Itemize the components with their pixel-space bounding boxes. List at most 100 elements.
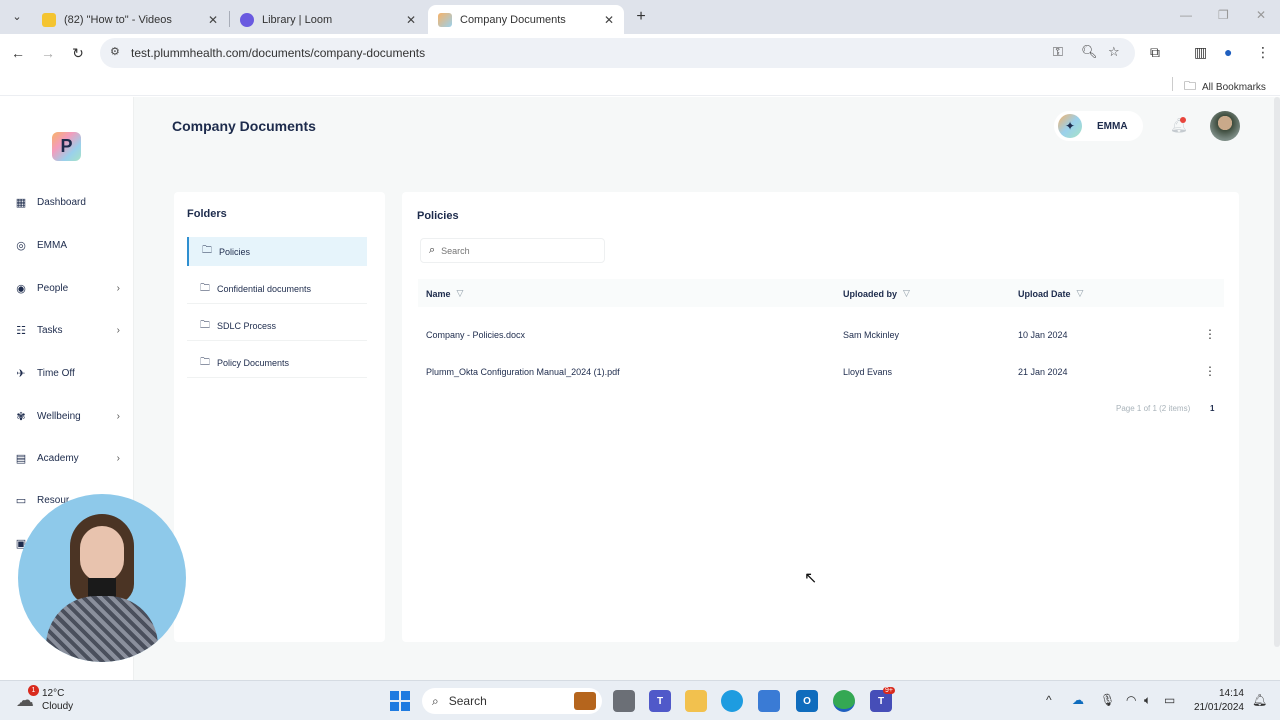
browser-tab-bar: ⌄ (82) "How to" - Videos ✕ Library | Loo… <box>0 0 1280 34</box>
pagination-info: Page 1 of 1 (2 items) <box>1116 404 1191 413</box>
pagination-page-1[interactable]: 1 <box>1210 404 1214 413</box>
volume-icon[interactable]: 🔈︎ <box>1144 693 1151 708</box>
close-tab-icon[interactable]: ✕ <box>208 13 218 27</box>
notifications-icon[interactable]: 🔔︎ <box>1252 693 1267 707</box>
file-explorer-icon[interactable] <box>685 690 707 712</box>
sidebar-item-academy[interactable]: ▤ Academy › <box>14 449 124 467</box>
restore-icon[interactable]: ❐ <box>1218 8 1229 22</box>
tab-videos[interactable]: (82) "How to" - Videos ✕ <box>32 5 228 34</box>
windows-start-icon[interactable] <box>390 691 410 711</box>
task-view-icon[interactable] <box>613 690 635 712</box>
page-scrollbar[interactable] <box>1274 97 1280 647</box>
folder-label: Policies <box>219 246 251 257</box>
chrome-icon[interactable] <box>833 690 855 712</box>
table-row[interactable]: Company - Policies.docx Sam Mckinley 10 … <box>418 317 1224 354</box>
table-row[interactable]: Plumm_Okta Configuration Manual_2024 (1)… <box>418 354 1224 391</box>
tab-label: Library | Loom <box>262 13 333 26</box>
sidebar-item-label: Academy <box>37 452 79 464</box>
folder-item-sdlc[interactable]: 🗀 SDLC Process <box>187 312 367 341</box>
teams-icon[interactable]: T <box>649 690 671 712</box>
folders-heading: Folders <box>187 208 227 220</box>
wifi-icon[interactable]: ◠ <box>1126 693 1136 707</box>
menu-kebab-icon[interactable]: ⋮ <box>1256 44 1270 61</box>
sidebar-item-tasks[interactable]: ☷ Tasks › <box>14 321 124 339</box>
search-input[interactable] <box>441 245 582 256</box>
document-name[interactable]: Company - Policies.docx <box>426 330 525 340</box>
document-name[interactable]: Plumm_Okta Configuration Manual_2024 (1)… <box>426 367 620 377</box>
url-text[interactable]: test.plummhealth.com/documents/company-d… <box>131 46 425 60</box>
site-info-icon[interactable]: ⚙ <box>110 45 120 58</box>
document-date: 21 Jan 2024 <box>1018 367 1068 377</box>
sidebar-item-label: EMMA <box>37 239 67 251</box>
emma-assistant-button[interactable]: ✦ EMMA <box>1054 111 1143 141</box>
sidebar-item-label: Wellbeing <box>37 410 81 422</box>
search-box[interactable]: ⌕ <box>420 238 605 263</box>
sidebar-item-label: Dashboard <box>37 196 86 208</box>
store-icon[interactable] <box>758 690 780 712</box>
tab-company-documents[interactable]: Company Documents ✕ <box>428 5 624 34</box>
sidebar-item-wellbeing[interactable]: ✾ Wellbeing › <box>14 407 124 425</box>
wellbeing-icon: ✾ <box>16 410 26 423</box>
battery-icon[interactable]: ▭ <box>1164 693 1175 707</box>
close-window-icon[interactable]: ✕ <box>1256 8 1266 22</box>
tray-overflow-icon[interactable]: ^ <box>1046 693 1052 707</box>
filter-icon[interactable]: ▽ <box>903 288 910 299</box>
minimize-icon[interactable]: — <box>1180 8 1192 22</box>
back-icon[interactable]: ← <box>8 43 28 63</box>
row-actions-kebab-icon[interactable]: ⋮ <box>1204 327 1216 341</box>
side-panel-icon[interactable]: ▥ <box>1194 44 1207 61</box>
close-tab-icon[interactable]: ✕ <box>406 13 416 27</box>
bookmarks-bar: 🗀 All Bookmarks <box>0 72 1280 96</box>
weather-badge: 1 <box>28 685 39 696</box>
browser-toolbar: ← → ↻ ⚙ test.plummhealth.com/documents/c… <box>0 34 1280 72</box>
bookmarks-divider <box>1172 77 1173 91</box>
column-name[interactable]: Name ▽ <box>426 288 463 299</box>
page-title: Company Documents <box>172 118 316 134</box>
sidebar-item-people[interactable]: ◉ People › <box>14 279 124 297</box>
user-avatar[interactable] <box>1210 111 1240 141</box>
bookmark-star-icon[interactable]: ☆ <box>1108 44 1120 60</box>
filter-icon[interactable]: ▽ <box>457 288 464 299</box>
forward-icon[interactable]: → <box>38 43 58 63</box>
new-tab-icon[interactable]: + <box>631 8 651 26</box>
microphone-icon[interactable]: 🎙︎ <box>1100 693 1115 707</box>
row-actions-kebab-icon[interactable]: ⋮ <box>1204 364 1216 378</box>
outlook-icon[interactable]: O <box>796 690 818 712</box>
webcam-bubble <box>18 494 186 662</box>
taskbar-search-label: Search <box>448 694 487 708</box>
tab-label: Company Documents <box>460 13 566 26</box>
profile-icon[interactable]: ● <box>1224 44 1232 60</box>
edge-icon[interactable] <box>721 690 743 712</box>
close-tab-icon[interactable]: ✕ <box>604 13 614 27</box>
sidebar-item-emma[interactable]: ◎ EMMA <box>14 236 124 254</box>
clock-date: 21/01/2024 <box>1193 702 1244 713</box>
tab-search-chevron-icon[interactable]: ⌄ <box>6 7 28 27</box>
folder-item-policies[interactable]: 🗀 Policies <box>187 237 367 266</box>
sidebar-item-label: Time Off <box>37 367 75 379</box>
folder-icon: 🗀 <box>1184 79 1197 93</box>
folder-item-confidential[interactable]: 🗀 Confidential documents <box>187 275 367 304</box>
onedrive-icon[interactable]: ☁ <box>1072 693 1084 707</box>
taskbar-search[interactable]: ⌕ Search <box>422 688 602 714</box>
notification-dot <box>1180 117 1186 123</box>
password-key-icon[interactable]: ⚿ <box>1053 44 1063 60</box>
system-clock[interactable]: 14:14 21/01/2024 <box>1192 687 1244 715</box>
chevron-right-icon: › <box>116 410 120 422</box>
folder-label: SDLC Process <box>217 321 277 331</box>
sidebar-item-dashboard[interactable]: ▦ Dashboard <box>14 193 124 211</box>
weather-widget[interactable]: ☁ 1 12°C Cloudy <box>16 685 73 713</box>
chevron-right-icon: › <box>116 452 120 464</box>
tab-loom[interactable]: Library | Loom ✕ <box>230 5 426 34</box>
documents-panel: Policies ⌕ Name ▽ Uploaded by ▽ Upload D… <box>402 192 1239 642</box>
all-bookmarks-button[interactable]: 🗀 All Bookmarks <box>1184 77 1266 98</box>
address-bar[interactable]: ⚙ test.plummhealth.com/documents/company… <box>100 38 1135 68</box>
filter-icon[interactable]: ▽ <box>1077 288 1084 299</box>
extensions-icon[interactable]: ⧉ <box>1150 44 1160 61</box>
folder-item-policy-documents[interactable]: 🗀 Policy Documents <box>187 349 367 378</box>
sidebar-item-time-off[interactable]: ✈ Time Off <box>14 364 124 382</box>
zoom-icon[interactable]: 🔍︎ <box>1081 44 1098 60</box>
plumm-logo[interactable]: P <box>52 132 81 161</box>
column-uploaded-by[interactable]: Uploaded by ▽ <box>843 288 910 299</box>
reload-icon[interactable]: ↻ <box>68 43 88 63</box>
column-upload-date[interactable]: Upload Date ▽ <box>1018 288 1083 299</box>
